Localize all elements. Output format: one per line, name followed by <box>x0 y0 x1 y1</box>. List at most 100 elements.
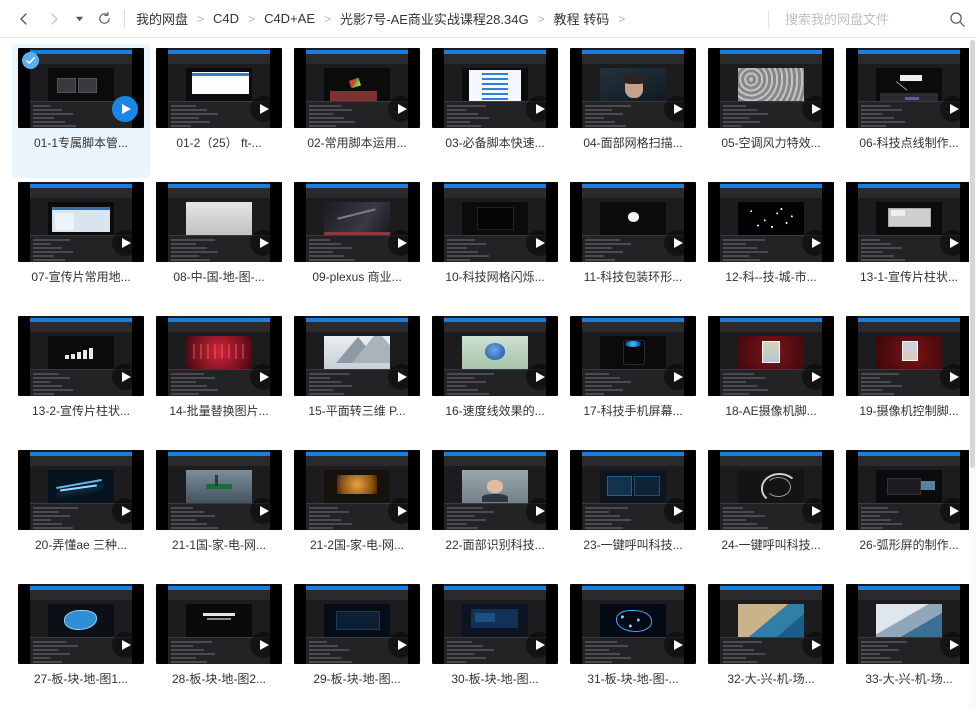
play-button[interactable] <box>802 96 828 122</box>
play-button[interactable] <box>664 96 690 122</box>
file-item[interactable]: 02-常用脚本运用... <box>288 44 426 178</box>
play-button[interactable] <box>802 230 828 256</box>
play-button[interactable] <box>526 96 552 122</box>
file-thumbnail[interactable] <box>708 584 834 664</box>
file-thumbnail[interactable] <box>846 48 972 128</box>
file-thumbnail[interactable] <box>294 182 420 262</box>
play-button[interactable] <box>940 632 966 658</box>
file-thumbnail[interactable] <box>294 48 420 128</box>
file-item[interactable]: 26-弧形屏的制作... <box>840 446 977 580</box>
file-item[interactable]: 08-中-国-地-图-... <box>150 178 288 312</box>
file-item[interactable]: 33-大-兴-机-场... <box>840 580 977 711</box>
file-thumbnail[interactable] <box>432 316 558 396</box>
play-button[interactable] <box>526 632 552 658</box>
file-item[interactable]: 28-板-块-地-图2... <box>150 580 288 711</box>
play-button[interactable] <box>388 632 414 658</box>
file-item[interactable]: 13-1-宣传片柱状... <box>840 178 977 312</box>
file-thumbnail[interactable] <box>708 182 834 262</box>
play-button[interactable] <box>940 96 966 122</box>
file-thumbnail[interactable] <box>156 450 282 530</box>
play-button[interactable] <box>388 230 414 256</box>
play-button[interactable] <box>388 498 414 524</box>
file-thumbnail[interactable] <box>18 316 144 396</box>
file-item[interactable]: 24-一键呼叫科技... <box>702 446 840 580</box>
play-button[interactable] <box>802 632 828 658</box>
file-item[interactable]: 18-AE摄像机脚... <box>702 312 840 446</box>
play-button[interactable] <box>664 498 690 524</box>
file-item[interactable]: 30-板-块-地-图... <box>426 580 564 711</box>
file-item[interactable]: 10-科技网格闪烁... <box>426 178 564 312</box>
play-button[interactable] <box>526 498 552 524</box>
file-thumbnail[interactable] <box>846 584 972 664</box>
history-dropdown-button[interactable] <box>70 5 88 33</box>
play-button[interactable] <box>664 364 690 390</box>
file-item[interactable]: 20-弄懂ae 三种... <box>12 446 150 580</box>
file-thumbnail[interactable] <box>846 182 972 262</box>
play-button[interactable] <box>112 364 138 390</box>
file-thumbnail[interactable] <box>570 316 696 396</box>
file-item[interactable]: 15-平面转三维 P... <box>288 312 426 446</box>
play-button[interactable] <box>250 364 276 390</box>
file-thumbnail[interactable] <box>18 584 144 664</box>
file-item[interactable]: 21-2国-家-电-网... <box>288 446 426 580</box>
refresh-button[interactable] <box>90 5 118 33</box>
file-item[interactable]: 23-一键呼叫科技... <box>564 446 702 580</box>
play-button[interactable] <box>802 364 828 390</box>
file-thumbnail[interactable] <box>156 316 282 396</box>
breadcrumb-item-1[interactable]: C4D <box>212 9 240 28</box>
file-thumbnail[interactable] <box>708 316 834 396</box>
play-button[interactable] <box>388 96 414 122</box>
file-thumbnail[interactable] <box>432 450 558 530</box>
file-item[interactable]: 07-宣传片常用地... <box>12 178 150 312</box>
selection-checkbox[interactable] <box>22 52 39 69</box>
file-thumbnail[interactable] <box>570 450 696 530</box>
file-thumbnail[interactable] <box>708 48 834 128</box>
file-item[interactable]: 29-板-块-地-图... <box>288 580 426 711</box>
file-item[interactable]: 01-2（25） ft-... <box>150 44 288 178</box>
file-thumbnail[interactable] <box>432 182 558 262</box>
play-button[interactable] <box>664 632 690 658</box>
file-thumbnail[interactable] <box>294 584 420 664</box>
play-button[interactable] <box>112 96 138 122</box>
file-item[interactable]: 11-科技包装环形... <box>564 178 702 312</box>
file-thumbnail[interactable] <box>156 182 282 262</box>
file-item[interactable]: 22-面部识别科技... <box>426 446 564 580</box>
search-input[interactable] <box>783 10 937 28</box>
file-thumbnail[interactable] <box>294 316 420 396</box>
play-button[interactable] <box>664 230 690 256</box>
file-item[interactable]: 27-板-块-地-图1... <box>12 580 150 711</box>
file-item[interactable]: 13-2-宣传片柱状... <box>12 312 150 446</box>
file-thumbnail[interactable] <box>846 316 972 396</box>
file-item[interactable]: 12-科--技-城-市... <box>702 178 840 312</box>
file-thumbnail[interactable] <box>294 450 420 530</box>
breadcrumb-item-2[interactable]: C4D+AE <box>263 9 316 28</box>
play-button[interactable] <box>940 498 966 524</box>
file-item[interactable]: 03-必备脚本快速... <box>426 44 564 178</box>
file-thumbnail[interactable] <box>432 48 558 128</box>
file-item[interactable]: 05-空调风力特效... <box>702 44 840 178</box>
file-thumbnail[interactable] <box>156 584 282 664</box>
back-button[interactable] <box>10 5 38 33</box>
file-thumbnail[interactable] <box>708 450 834 530</box>
file-item[interactable]: 19-摄像机控制脚... <box>840 312 977 446</box>
play-button[interactable] <box>250 96 276 122</box>
file-thumbnail[interactable] <box>156 48 282 128</box>
search-button[interactable] <box>937 0 977 38</box>
play-button[interactable] <box>802 498 828 524</box>
file-item[interactable]: 01-1专属脚本管... <box>12 44 150 178</box>
file-item[interactable]: 06-科技点线制作... <box>840 44 977 178</box>
play-button[interactable] <box>388 364 414 390</box>
file-item[interactable]: 09-plexus 商业... <box>288 178 426 312</box>
play-button[interactable] <box>250 632 276 658</box>
file-thumbnail[interactable] <box>18 182 144 262</box>
file-thumbnail[interactable] <box>18 48 144 128</box>
play-button[interactable] <box>112 632 138 658</box>
breadcrumb-item-3[interactable]: 光影7号-AE商业实战课程28.34G <box>339 7 530 30</box>
file-item[interactable]: 31-板-块-地-图-... <box>564 580 702 711</box>
file-item[interactable]: 17-科技手机屏幕... <box>564 312 702 446</box>
breadcrumb-item-4[interactable]: 教程 转码 <box>553 7 611 30</box>
file-thumbnail[interactable] <box>18 450 144 530</box>
forward-button[interactable] <box>40 5 68 33</box>
play-button[interactable] <box>940 364 966 390</box>
play-button[interactable] <box>526 230 552 256</box>
